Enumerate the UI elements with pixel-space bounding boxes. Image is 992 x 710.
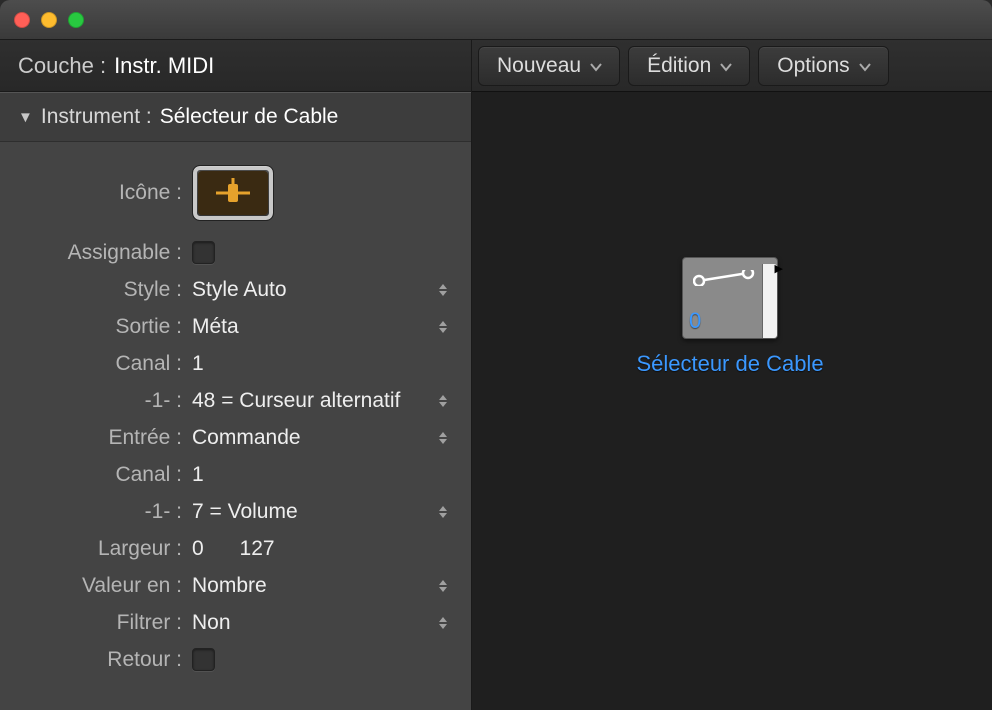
row-valeur-en: Valeur en : Nombre: [8, 567, 463, 604]
row-neg1-in: -1- : 7 = Volume: [8, 493, 463, 530]
edit-menu-button[interactable]: Édition: [628, 46, 750, 86]
neg1-out-value[interactable]: 48 = Curseur alternatif: [192, 389, 400, 413]
row-icone: Icône :: [8, 158, 463, 228]
filtrer-value[interactable]: Non: [192, 611, 231, 635]
neg1-out-label: -1- :: [8, 389, 188, 413]
layer-label: Couche :: [18, 53, 106, 79]
canal-in-value[interactable]: 1: [192, 463, 204, 487]
new-menu-label: Nouveau: [497, 54, 581, 78]
cable-icon: [693, 270, 755, 286]
icone-well[interactable]: [192, 165, 274, 221]
row-retour: Retour :: [8, 641, 463, 678]
row-assignable: Assignable :: [8, 234, 463, 271]
row-canal-in: Canal : 1: [8, 456, 463, 493]
style-stepper[interactable]: [437, 277, 455, 303]
minimize-button[interactable]: [41, 12, 57, 28]
assignable-checkbox[interactable]: [192, 241, 215, 264]
window-controls: [14, 12, 84, 28]
row-style: Style : Style Auto: [8, 271, 463, 308]
entree-label: Entrée :: [8, 426, 188, 450]
neg1-in-stepper[interactable]: [437, 499, 455, 525]
canvas-panel: Nouveau Édition Options: [472, 40, 992, 710]
sortie-value[interactable]: Méta: [192, 315, 239, 339]
largeur-label: Largeur :: [8, 537, 188, 561]
largeur-value[interactable]: 0 127: [192, 537, 275, 561]
titlebar: [0, 0, 992, 40]
environment-node[interactable]: ▶ 0 Sélecteur de Cable: [630, 257, 830, 377]
retour-checkbox[interactable]: [192, 648, 215, 671]
row-neg1-out: -1- : 48 = Curseur alternatif: [8, 382, 463, 419]
zoom-button[interactable]: [68, 12, 84, 28]
output-port-icon[interactable]: ▶: [775, 262, 783, 275]
inspector-panel: Couche : Instr. MIDI ▼ Instrument : Séle…: [0, 40, 472, 710]
sortie-label: Sortie :: [8, 315, 188, 339]
layer-value: Instr. MIDI: [114, 53, 214, 79]
entree-value[interactable]: Commande: [192, 426, 301, 450]
content: Couche : Instr. MIDI ▼ Instrument : Séle…: [0, 40, 992, 710]
instrument-label: Instrument :: [41, 105, 152, 129]
icone-label: Icône :: [8, 181, 188, 205]
neg1-in-value[interactable]: 7 = Volume: [192, 500, 298, 524]
filtrer-label: Filtrer :: [8, 611, 188, 635]
properties-list: Icône : Assignable :: [0, 142, 471, 710]
canal-out-label: Canal :: [8, 352, 188, 376]
largeur-max: 127: [240, 537, 275, 560]
canal-in-label: Canal :: [8, 463, 188, 487]
row-largeur: Largeur : 0 127: [8, 530, 463, 567]
row-filtrer: Filtrer : Non: [8, 604, 463, 641]
canal-out-value[interactable]: 1: [192, 352, 204, 376]
retour-label: Retour :: [8, 648, 188, 672]
row-sortie: Sortie : Méta: [8, 308, 463, 345]
style-label: Style :: [8, 278, 188, 302]
node-zero: 0: [689, 308, 701, 334]
valeur-en-value[interactable]: Nombre: [192, 574, 267, 598]
filtrer-stepper[interactable]: [437, 610, 455, 636]
layer-header[interactable]: Couche : Instr. MIDI: [0, 40, 471, 92]
instrument-value: Sélecteur de Cable: [160, 105, 339, 129]
instrument-section-header[interactable]: ▼ Instrument : Sélecteur de Cable: [0, 92, 471, 142]
valeur-en-label: Valeur en :: [8, 574, 188, 598]
row-entree: Entrée : Commande: [8, 419, 463, 456]
toolbar: Nouveau Édition Options: [472, 40, 992, 92]
assignable-label: Assignable :: [8, 241, 188, 265]
neg1-out-stepper[interactable]: [437, 388, 455, 414]
row-canal-out: Canal : 1: [8, 345, 463, 382]
instrument-icon: [198, 171, 268, 215]
chevron-down-icon: [719, 54, 733, 78]
edit-menu-label: Édition: [647, 54, 711, 78]
new-menu-button[interactable]: Nouveau: [478, 46, 620, 86]
node-box[interactable]: ▶ 0: [682, 257, 778, 339]
disclosure-triangle-icon[interactable]: ▼: [18, 109, 33, 126]
valeur-en-stepper[interactable]: [437, 573, 455, 599]
canvas[interactable]: ▶ 0 Sélecteur de Cable: [472, 92, 992, 710]
node-label[interactable]: Sélecteur de Cable: [630, 351, 830, 377]
chevron-down-icon: [589, 54, 603, 78]
entree-stepper[interactable]: [437, 425, 455, 451]
neg1-in-label: -1- :: [8, 500, 188, 524]
largeur-min: 0: [192, 537, 204, 560]
options-menu-button[interactable]: Options: [758, 46, 888, 86]
sortie-stepper[interactable]: [437, 314, 455, 340]
chevron-down-icon: [858, 54, 872, 78]
close-button[interactable]: [14, 12, 30, 28]
style-value[interactable]: Style Auto: [192, 278, 287, 302]
options-menu-label: Options: [777, 54, 849, 78]
